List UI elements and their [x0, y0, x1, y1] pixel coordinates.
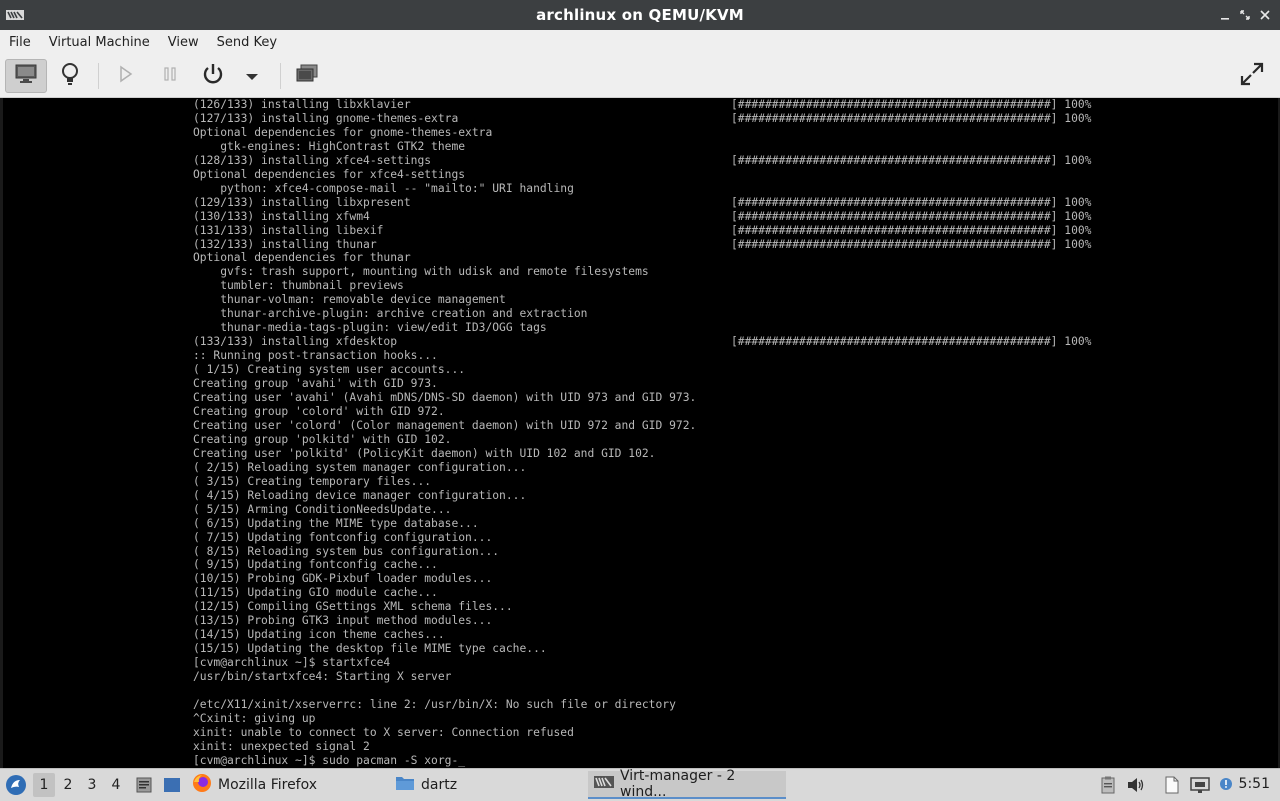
menubar: File Virtual Machine View Send Key — [0, 30, 1280, 56]
task-virt-manager[interactable]: Virt-manager - 2 wind... — [588, 768, 786, 800]
menu-view[interactable]: View — [159, 31, 208, 55]
task-dartz-label: dartz — [421, 777, 458, 793]
window-title: archlinux on QEMU/KVM — [536, 6, 744, 24]
menu-file[interactable]: File — [0, 31, 40, 55]
workspace-3[interactable]: 3 — [81, 773, 103, 797]
fullscreen-icon — [1239, 61, 1265, 91]
file-icon[interactable] — [1162, 775, 1182, 795]
virt-manager-icon — [6, 7, 24, 23]
console-output: (126/133) installing libxklavier (127/13… — [193, 98, 697, 767]
toolbar-separator — [280, 63, 281, 89]
start-menu-icon[interactable] — [5, 774, 27, 796]
folder-icon — [395, 774, 415, 796]
maximize-icon[interactable] — [1238, 7, 1252, 23]
volume-icon[interactable] — [1126, 775, 1146, 795]
taskbar: 1 2 3 4 Mozilla Firefox dartz Virt-manag… — [0, 768, 1280, 801]
window-titlebar: archlinux on QEMU/KVM — [0, 0, 1280, 30]
lightbulb-icon — [60, 62, 80, 90]
clipboard-icon[interactable] — [1098, 775, 1118, 795]
notes-icon[interactable] — [134, 775, 154, 795]
task-virt-manager-label: Virt-manager - 2 wind... — [620, 768, 736, 800]
play-icon — [119, 65, 133, 87]
pause-icon — [163, 66, 177, 86]
menu-virtual-machine[interactable]: Virtual Machine — [40, 31, 159, 55]
shutdown-button[interactable] — [196, 59, 230, 93]
vm-console[interactable]: (126/133) installing libxklavier (127/13… — [3, 98, 1278, 768]
toolbar — [0, 55, 1280, 98]
task-dartz[interactable]: dartz — [395, 771, 585, 799]
pause-button[interactable] — [154, 59, 186, 93]
menu-send-key[interactable]: Send Key — [208, 31, 286, 55]
console-progress-bars: [#######################################… — [731, 98, 1092, 349]
fullscreen-button[interactable] — [1232, 59, 1272, 93]
monitor-icon — [15, 64, 37, 88]
minimize-icon[interactable] — [1218, 7, 1232, 23]
show-desktop-icon[interactable] — [162, 775, 182, 795]
network-icon[interactable] — [1190, 775, 1210, 795]
workspace-4[interactable]: 4 — [105, 773, 127, 797]
task-firefox-label: Mozilla Firefox — [218, 777, 318, 793]
snapshot-icon — [296, 64, 318, 88]
task-firefox[interactable]: Mozilla Firefox — [192, 771, 392, 799]
workspace-2[interactable]: 2 — [57, 773, 79, 797]
snapshots-button[interactable] — [290, 59, 324, 93]
shutdown-menu-button[interactable] — [238, 59, 266, 93]
close-icon[interactable] — [1258, 7, 1272, 23]
toolbar-separator — [98, 63, 99, 89]
details-view-button[interactable] — [52, 59, 88, 93]
console-view-button[interactable] — [5, 59, 47, 93]
power-icon — [201, 62, 225, 90]
workspace-1[interactable]: 1 — [33, 773, 55, 797]
firefox-icon — [192, 773, 212, 797]
run-button[interactable] — [110, 59, 142, 93]
virt-manager-icon — [594, 775, 614, 793]
chevron-down-icon — [245, 67, 259, 86]
notification-icon[interactable] — [1216, 775, 1236, 795]
clock[interactable]: 5:51 — [1239, 776, 1270, 792]
